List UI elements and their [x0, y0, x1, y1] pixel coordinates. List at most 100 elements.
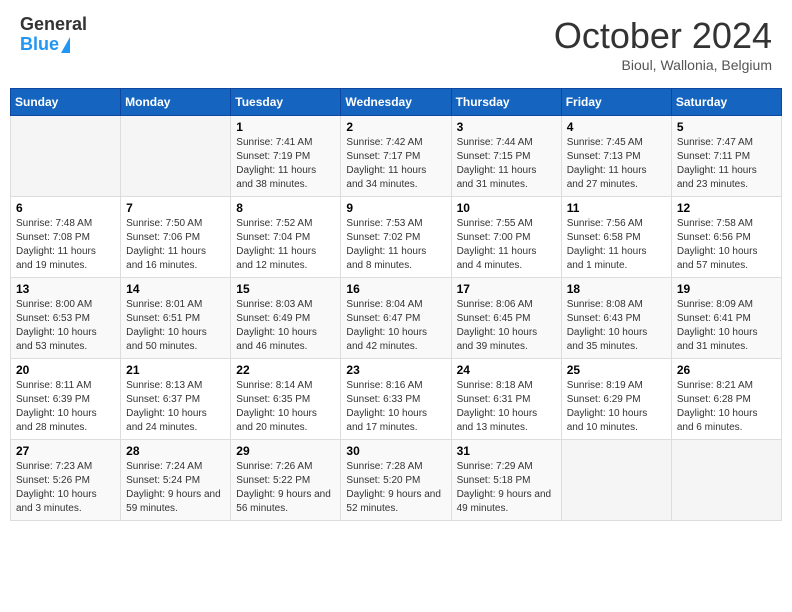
- calendar-cell: 27Sunrise: 7:23 AMSunset: 5:26 PMDayligh…: [11, 440, 121, 521]
- day-info: Sunrise: 7:53 AMSunset: 7:02 PMDaylight:…: [346, 217, 445, 273]
- day-number: 27: [16, 444, 115, 458]
- day-number: 14: [126, 282, 225, 296]
- day-number: 2: [346, 120, 445, 134]
- calendar-cell: 18 Sunrise: 8:08 AMSunset: 6:43 PMDayligh…: [561, 278, 671, 359]
- day-number: 16: [346, 282, 445, 296]
- day-number: 6: [16, 201, 115, 215]
- day-info: Sunrise: 7:24 AMSunset: 5:24 PMDaylight:…: [126, 460, 225, 516]
- day-number: 29: [236, 444, 335, 458]
- day-info: Sunrise: 7:56 AMSunset: 6:58 PMDaylight:…: [567, 217, 666, 273]
- calendar-cell: 4Sunrise: 7:45 AMSunset: 7:13 PMDaylight…: [561, 116, 671, 197]
- calendar-cell: 28 Sunrise: 7:24 AMSunset: 5:24 PMDayligh…: [121, 440, 231, 521]
- day-info: Sunrise: 8:03 AMSunset: 6:49 PMDaylight:…: [236, 298, 335, 354]
- day-info: Sunrise: 7:28 AMSunset: 5:20 PMDaylight:…: [346, 460, 445, 516]
- day-info: Sunrise: 7:50 AMSunset: 7:06 PMDaylight:…: [126, 217, 225, 273]
- calendar-cell: 16 Sunrise: 8:04 AMSunset: 6:47 PMDayligh…: [341, 278, 451, 359]
- calendar-cell: 21Sunrise: 8:13 AMSunset: 6:37 PMDayligh…: [121, 359, 231, 440]
- calendar-cell: 6 Sunrise: 7:48 AMSunset: 7:08 PMDaylight…: [11, 197, 121, 278]
- calendar-week-row: 20 Sunrise: 8:11 AMSunset: 6:39 PMDayligh…: [11, 359, 782, 440]
- day-number: 12: [677, 201, 776, 215]
- day-number: 17: [457, 282, 556, 296]
- day-number: 23: [346, 363, 445, 377]
- day-number: 4: [567, 120, 666, 134]
- day-info: Sunrise: 8:01 AMSunset: 6:51 PMDaylight:…: [126, 298, 225, 354]
- day-info: Sunrise: 8:14 AMSunset: 6:35 PMDaylight:…: [236, 379, 335, 435]
- day-number: 21: [126, 363, 225, 377]
- day-info: Sunrise: 8:09 AMSunset: 6:41 PMDaylight:…: [677, 298, 776, 354]
- day-number: 24: [457, 363, 556, 377]
- logo-general-text: General: [20, 15, 87, 35]
- day-number: 30: [346, 444, 445, 458]
- calendar-cell: [11, 116, 121, 197]
- calendar-cell: 9 Sunrise: 7:53 AMSunset: 7:02 PMDaylight…: [341, 197, 451, 278]
- weekday-header-sunday: Sunday: [11, 89, 121, 116]
- day-number: 18: [567, 282, 666, 296]
- day-number: 5: [677, 120, 776, 134]
- location-subtitle: Bioul, Wallonia, Belgium: [554, 57, 772, 73]
- weekday-header-wednesday: Wednesday: [341, 89, 451, 116]
- weekday-header-tuesday: Tuesday: [231, 89, 341, 116]
- calendar-cell: 7 Sunrise: 7:50 AMSunset: 7:06 PMDaylight…: [121, 197, 231, 278]
- day-number: 7: [126, 201, 225, 215]
- day-info: Sunrise: 8:04 AMSunset: 6:47 PMDaylight:…: [346, 298, 445, 354]
- weekday-header-row: SundayMondayTuesdayWednesdayThursdayFrid…: [11, 89, 782, 116]
- day-number: 28: [126, 444, 225, 458]
- weekday-header-monday: Monday: [121, 89, 231, 116]
- day-info: Sunrise: 7:58 AMSunset: 6:56 PMDaylight:…: [677, 217, 776, 273]
- calendar-week-row: 27Sunrise: 7:23 AMSunset: 5:26 PMDayligh…: [11, 440, 782, 521]
- day-number: 13: [16, 282, 115, 296]
- day-number: 10: [457, 201, 556, 215]
- calendar-cell: 31Sunrise: 7:29 AMSunset: 5:18 PMDayligh…: [451, 440, 561, 521]
- calendar-cell: 5Sunrise: 7:47 AMSunset: 7:11 PMDaylight…: [671, 116, 781, 197]
- calendar-cell: 24 Sunrise: 8:18 AMSunset: 6:31 PMDayligh…: [451, 359, 561, 440]
- calendar-cell: 20 Sunrise: 8:11 AMSunset: 6:39 PMDayligh…: [11, 359, 121, 440]
- day-info: Sunrise: 8:08 AMSunset: 6:43 PMDaylight:…: [567, 298, 666, 354]
- calendar-cell: 25Sunrise: 8:19 AMSunset: 6:29 PMDayligh…: [561, 359, 671, 440]
- day-info: Sunrise: 7:29 AMSunset: 5:18 PMDaylight:…: [457, 460, 556, 516]
- calendar-cell: 11 Sunrise: 7:56 AMSunset: 6:58 PMDayligh…: [561, 197, 671, 278]
- day-info: Sunrise: 8:21 AMSunset: 6:28 PMDaylight:…: [677, 379, 776, 435]
- calendar-cell: 8 Sunrise: 7:52 AMSunset: 7:04 PMDaylight…: [231, 197, 341, 278]
- logo-triangle-icon: [61, 37, 70, 53]
- calendar-cell: 19 Sunrise: 8:09 AMSunset: 6:41 PMDayligh…: [671, 278, 781, 359]
- day-info: Sunrise: 8:18 AMSunset: 6:31 PMDaylight:…: [457, 379, 556, 435]
- day-info: Sunrise: 8:19 AMSunset: 6:29 PMDaylight:…: [567, 379, 666, 435]
- calendar-cell: 10 Sunrise: 7:55 AMSunset: 7:00 PMDayligh…: [451, 197, 561, 278]
- calendar-cell: 26Sunrise: 8:21 AMSunset: 6:28 PMDayligh…: [671, 359, 781, 440]
- day-info: Sunrise: 7:44 AMSunset: 7:15 PMDaylight:…: [457, 136, 556, 192]
- calendar-week-row: 6 Sunrise: 7:48 AMSunset: 7:08 PMDaylight…: [11, 197, 782, 278]
- calendar-week-row: 13 Sunrise: 8:00 AMSunset: 6:53 PMDayligh…: [11, 278, 782, 359]
- day-number: 3: [457, 120, 556, 134]
- day-info: Sunrise: 7:55 AMSunset: 7:00 PMDaylight:…: [457, 217, 556, 273]
- day-info: Sunrise: 8:00 AMSunset: 6:53 PMDaylight:…: [16, 298, 115, 354]
- day-info: Sunrise: 8:06 AMSunset: 6:45 PMDaylight:…: [457, 298, 556, 354]
- title-block: October 2024 Bioul, Wallonia, Belgium: [554, 15, 772, 73]
- day-number: 1: [236, 120, 335, 134]
- day-number: 9: [346, 201, 445, 215]
- day-number: 8: [236, 201, 335, 215]
- day-number: 20: [16, 363, 115, 377]
- day-info: Sunrise: 7:41 AMSunset: 7:19 PMDaylight:…: [236, 136, 335, 192]
- day-number: 19: [677, 282, 776, 296]
- calendar-cell: 12 Sunrise: 7:58 AMSunset: 6:56 PMDayligh…: [671, 197, 781, 278]
- day-info: Sunrise: 7:26 AMSunset: 5:22 PMDaylight:…: [236, 460, 335, 516]
- calendar-cell: 17 Sunrise: 8:06 AMSunset: 6:45 PMDayligh…: [451, 278, 561, 359]
- calendar-table: SundayMondayTuesdayWednesdayThursdayFrid…: [10, 88, 782, 521]
- day-info: Sunrise: 7:48 AMSunset: 7:08 PMDaylight:…: [16, 217, 115, 273]
- calendar-cell: 22 Sunrise: 8:14 AMSunset: 6:35 PMDayligh…: [231, 359, 341, 440]
- weekday-header-friday: Friday: [561, 89, 671, 116]
- day-info: Sunrise: 8:11 AMSunset: 6:39 PMDaylight:…: [16, 379, 115, 435]
- calendar-cell: 2 Sunrise: 7:42 AMSunset: 7:17 PMDaylight…: [341, 116, 451, 197]
- day-number: 22: [236, 363, 335, 377]
- weekday-header-thursday: Thursday: [451, 89, 561, 116]
- day-number: 11: [567, 201, 666, 215]
- calendar-cell: 30 Sunrise: 7:28 AMSunset: 5:20 PMDayligh…: [341, 440, 451, 521]
- day-number: 15: [236, 282, 335, 296]
- calendar-cell: 15 Sunrise: 8:03 AMSunset: 6:49 PMDayligh…: [231, 278, 341, 359]
- calendar-week-row: 1 Sunrise: 7:41 AMSunset: 7:19 PMDaylight…: [11, 116, 782, 197]
- calendar-cell: 29 Sunrise: 7:26 AMSunset: 5:22 PMDayligh…: [231, 440, 341, 521]
- month-title: October 2024: [554, 15, 772, 57]
- day-info: Sunrise: 7:52 AMSunset: 7:04 PMDaylight:…: [236, 217, 335, 273]
- weekday-header-saturday: Saturday: [671, 89, 781, 116]
- day-info: Sunrise: 7:42 AMSunset: 7:17 PMDaylight:…: [346, 136, 445, 192]
